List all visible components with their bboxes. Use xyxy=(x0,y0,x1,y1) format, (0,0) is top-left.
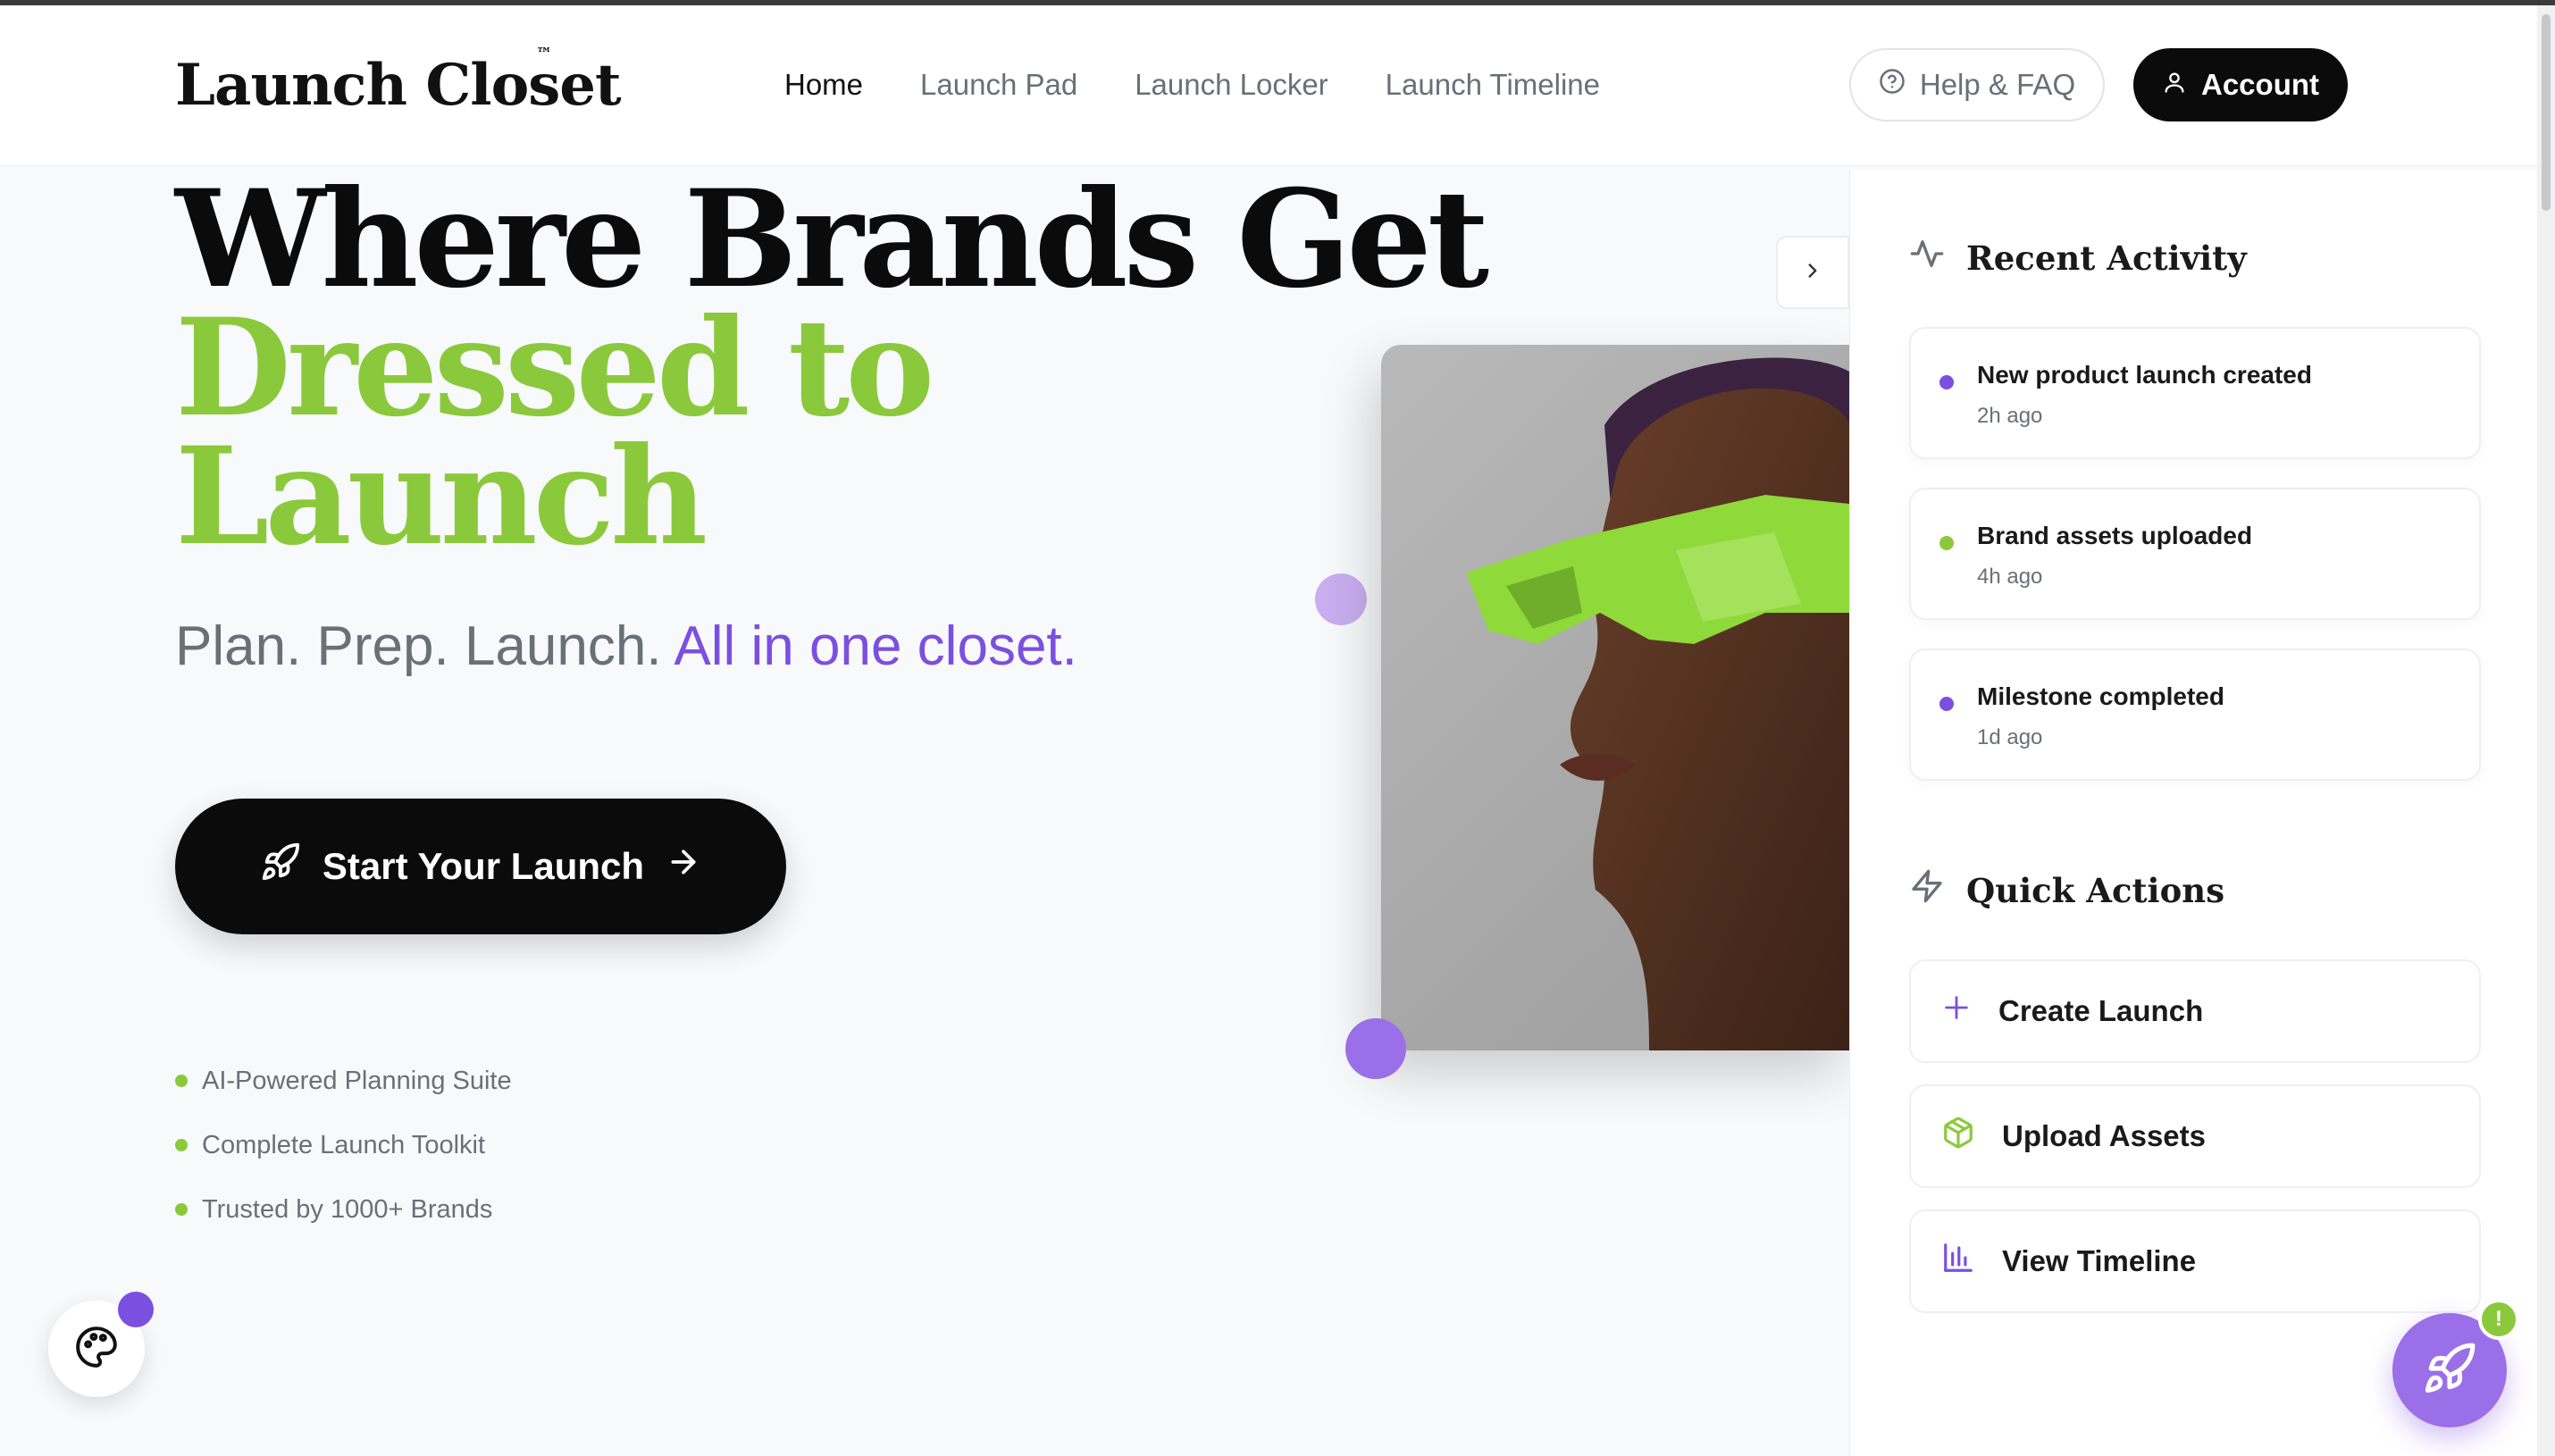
bullet-dot xyxy=(175,1075,188,1087)
notification-badge: ! xyxy=(2478,1299,2519,1340)
feature-label: Complete Launch Toolkit xyxy=(202,1130,486,1159)
palette-icon xyxy=(74,1325,119,1374)
activity-title: Brand assets uploaded xyxy=(1977,522,2253,549)
create-launch-button[interactable]: Create Launch xyxy=(1909,959,2481,1063)
side-panel: Recent Activity New product launch creat… xyxy=(1849,170,2537,1456)
bullet-dot xyxy=(175,1139,188,1151)
scrollbar-thumb[interactable] xyxy=(2542,14,2551,211)
chevron-right-icon xyxy=(1801,259,1824,287)
tagline-accent: All in one closet. xyxy=(674,615,1077,677)
panel-toggle-button[interactable] xyxy=(1776,236,1849,309)
activity-item[interactable]: Brand assets uploaded 4h ago xyxy=(1909,488,2481,620)
feature-item: Trusted by 1000+ Brands xyxy=(175,1177,512,1242)
activity-time: 4h ago xyxy=(1977,565,2043,589)
model-portrait-illustration xyxy=(1466,357,1849,1050)
upload-assets-label: Upload Assets xyxy=(2002,1119,2207,1152)
feature-item: AI-Powered Planning Suite xyxy=(175,1049,512,1113)
tagline-plain: Plan. Prep. Launch. xyxy=(175,615,674,677)
nav-home[interactable]: Home xyxy=(784,68,863,102)
lightning-icon xyxy=(1909,868,1945,912)
decorative-bubble xyxy=(1315,573,1367,625)
status-dot xyxy=(1939,536,1954,550)
hero-title-line-2: Dressed to xyxy=(175,289,934,447)
activity-pulse-icon xyxy=(1909,236,1945,280)
nav-launch-timeline[interactable]: Launch Timeline xyxy=(1386,68,1600,102)
hero-title: Where Brands Get Dressed to Launch xyxy=(175,161,1489,575)
activity-item[interactable]: New product launch created 2h ago xyxy=(1909,327,2481,459)
arrow-right-icon xyxy=(666,844,701,889)
recent-activity-heading: Recent Activity xyxy=(1909,236,2247,280)
user-icon xyxy=(2162,68,2187,102)
status-dot xyxy=(1939,697,1954,711)
rocket-icon xyxy=(260,841,301,891)
palette-indicator-dot xyxy=(118,1292,154,1327)
rocket-icon xyxy=(2422,1341,2477,1401)
decorative-bubble xyxy=(1345,1018,1406,1079)
box-icon xyxy=(1941,1116,1975,1157)
page-scrollbar[interactable] xyxy=(2537,5,2555,1456)
plus-icon xyxy=(1941,992,1972,1030)
hero-title-line-3: Launch xyxy=(175,418,708,575)
hero-tagline: Plan. Prep. Launch. All in one closet. xyxy=(175,615,1077,678)
account-label: Account xyxy=(2201,68,2319,101)
help-faq-label: Help & FAQ xyxy=(1919,68,2076,101)
feature-label: AI-Powered Planning Suite xyxy=(202,1066,512,1095)
main-nav: Home Launch Pad Launch Locker Launch Tim… xyxy=(784,68,1600,102)
activity-time: 1d ago xyxy=(1977,725,2043,749)
nav-launch-locker[interactable]: Launch Locker xyxy=(1135,68,1328,102)
activity-title: New product launch created xyxy=(1977,361,2312,389)
nav-launch-pad[interactable]: Launch Pad xyxy=(920,68,1077,102)
feature-item: Complete Launch Toolkit xyxy=(175,1113,512,1177)
view-timeline-button[interactable]: View Timeline xyxy=(1909,1209,2481,1313)
quick-actions-heading: Quick Actions xyxy=(1909,868,2224,912)
help-faq-button[interactable]: Help & FAQ xyxy=(1849,48,2105,121)
recent-activity-label: Recent Activity xyxy=(1966,238,2247,278)
site-header: Launch Closet ™ Home Launch Pad Launch L… xyxy=(0,5,2537,166)
create-launch-label: Create Launch xyxy=(1998,994,2204,1027)
feature-label: Trusted by 1000+ Brands xyxy=(202,1194,493,1224)
status-dot xyxy=(1939,375,1954,389)
upload-assets-button[interactable]: Upload Assets xyxy=(1909,1084,2481,1188)
activity-title: Milestone completed xyxy=(1977,682,2224,710)
bullet-dot xyxy=(175,1203,188,1216)
logo[interactable]: Launch Closet xyxy=(175,52,622,119)
feature-list: AI-Powered Planning Suite Complete Launc… xyxy=(175,1049,512,1242)
bar-chart-icon xyxy=(1941,1241,1975,1282)
hero-title-line-1: Where Brands Get xyxy=(175,161,1489,318)
start-launch-button[interactable]: Start Your Launch xyxy=(175,799,786,934)
activity-item[interactable]: Milestone completed 1d ago xyxy=(1909,649,2481,781)
hero-image xyxy=(1381,345,1849,1050)
trademark-symbol: ™ xyxy=(536,45,552,63)
view-timeline-label: View Timeline xyxy=(2002,1244,2197,1277)
help-circle-icon xyxy=(1879,68,1906,102)
activity-time: 2h ago xyxy=(1977,404,2043,428)
quick-actions-label: Quick Actions xyxy=(1966,870,2225,910)
start-launch-label: Start Your Launch xyxy=(322,845,645,887)
account-button[interactable]: Account xyxy=(2133,48,2348,121)
